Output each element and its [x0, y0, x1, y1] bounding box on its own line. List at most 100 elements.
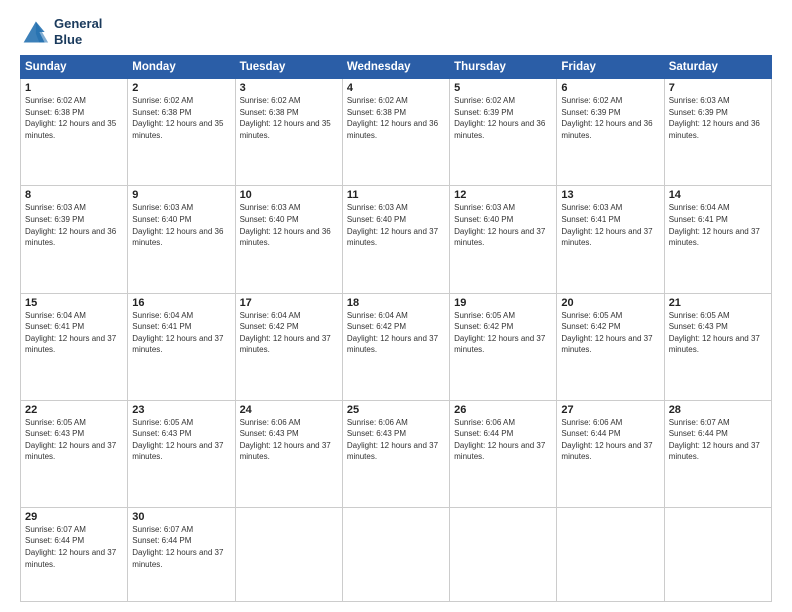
- calendar-day-cell: [342, 507, 449, 601]
- logo-text: General Blue: [54, 16, 102, 47]
- calendar-day-cell: 13 Sunrise: 6:03 AMSunset: 6:41 PMDaylig…: [557, 186, 664, 293]
- calendar-week-row: 1 Sunrise: 6:02 AMSunset: 6:38 PMDayligh…: [21, 79, 772, 186]
- day-info: Sunrise: 6:06 AMSunset: 6:43 PMDaylight:…: [240, 418, 331, 462]
- day-number: 26: [454, 404, 552, 416]
- calendar-day-cell: 26 Sunrise: 6:06 AMSunset: 6:44 PMDaylig…: [450, 400, 557, 507]
- day-number: 14: [669, 189, 767, 201]
- day-number: 21: [669, 297, 767, 309]
- day-info: Sunrise: 6:05 AMSunset: 6:43 PMDaylight:…: [25, 418, 116, 462]
- calendar-day-cell: 8 Sunrise: 6:03 AMSunset: 6:39 PMDayligh…: [21, 186, 128, 293]
- day-info: Sunrise: 6:06 AMSunset: 6:43 PMDaylight:…: [347, 418, 438, 462]
- calendar-day-cell: 6 Sunrise: 6:02 AMSunset: 6:39 PMDayligh…: [557, 79, 664, 186]
- day-number: 23: [132, 404, 230, 416]
- day-info: Sunrise: 6:02 AMSunset: 6:38 PMDaylight:…: [240, 96, 331, 140]
- day-info: Sunrise: 6:03 AMSunset: 6:40 PMDaylight:…: [347, 203, 438, 247]
- weekday-header-cell: Saturday: [664, 56, 771, 79]
- day-number: 2: [132, 82, 230, 94]
- page: General Blue SundayMondayTuesdayWednesda…: [0, 0, 792, 612]
- calendar-day-cell: 5 Sunrise: 6:02 AMSunset: 6:39 PMDayligh…: [450, 79, 557, 186]
- day-info: Sunrise: 6:02 AMSunset: 6:39 PMDaylight:…: [454, 96, 545, 140]
- calendar-day-cell: [235, 507, 342, 601]
- calendar-week-row: 8 Sunrise: 6:03 AMSunset: 6:39 PMDayligh…: [21, 186, 772, 293]
- day-number: 22: [25, 404, 123, 416]
- day-info: Sunrise: 6:02 AMSunset: 6:38 PMDaylight:…: [347, 96, 438, 140]
- calendar-day-cell: 20 Sunrise: 6:05 AMSunset: 6:42 PMDaylig…: [557, 293, 664, 400]
- day-number: 4: [347, 82, 445, 94]
- logo-icon: [20, 18, 50, 46]
- calendar-day-cell: 12 Sunrise: 6:03 AMSunset: 6:40 PMDaylig…: [450, 186, 557, 293]
- day-info: Sunrise: 6:04 AMSunset: 6:41 PMDaylight:…: [132, 311, 223, 355]
- day-number: 25: [347, 404, 445, 416]
- weekday-header-cell: Sunday: [21, 56, 128, 79]
- day-number: 8: [25, 189, 123, 201]
- calendar-week-row: 15 Sunrise: 6:04 AMSunset: 6:41 PMDaylig…: [21, 293, 772, 400]
- day-number: 29: [25, 511, 123, 523]
- day-info: Sunrise: 6:03 AMSunset: 6:39 PMDaylight:…: [25, 203, 116, 247]
- day-info: Sunrise: 6:07 AMSunset: 6:44 PMDaylight:…: [669, 418, 760, 462]
- calendar-day-cell: 19 Sunrise: 6:05 AMSunset: 6:42 PMDaylig…: [450, 293, 557, 400]
- day-info: Sunrise: 6:04 AMSunset: 6:42 PMDaylight:…: [240, 311, 331, 355]
- calendar-day-cell: [450, 507, 557, 601]
- day-info: Sunrise: 6:03 AMSunset: 6:39 PMDaylight:…: [669, 96, 760, 140]
- calendar-week-row: 29 Sunrise: 6:07 AMSunset: 6:44 PMDaylig…: [21, 507, 772, 601]
- day-info: Sunrise: 6:03 AMSunset: 6:40 PMDaylight:…: [240, 203, 331, 247]
- calendar-header-row: SundayMondayTuesdayWednesdayThursdayFrid…: [21, 56, 772, 79]
- day-info: Sunrise: 6:05 AMSunset: 6:42 PMDaylight:…: [561, 311, 652, 355]
- header: General Blue: [20, 16, 772, 47]
- day-number: 27: [561, 404, 659, 416]
- day-info: Sunrise: 6:06 AMSunset: 6:44 PMDaylight:…: [561, 418, 652, 462]
- day-info: Sunrise: 6:04 AMSunset: 6:41 PMDaylight:…: [669, 203, 760, 247]
- day-number: 19: [454, 297, 552, 309]
- calendar-day-cell: 4 Sunrise: 6:02 AMSunset: 6:38 PMDayligh…: [342, 79, 449, 186]
- calendar-day-cell: 10 Sunrise: 6:03 AMSunset: 6:40 PMDaylig…: [235, 186, 342, 293]
- day-number: 5: [454, 82, 552, 94]
- day-number: 6: [561, 82, 659, 94]
- day-info: Sunrise: 6:02 AMSunset: 6:39 PMDaylight:…: [561, 96, 652, 140]
- day-number: 15: [25, 297, 123, 309]
- weekday-header-cell: Monday: [128, 56, 235, 79]
- day-number: 7: [669, 82, 767, 94]
- day-info: Sunrise: 6:05 AMSunset: 6:43 PMDaylight:…: [669, 311, 760, 355]
- day-number: 30: [132, 511, 230, 523]
- calendar-day-cell: 16 Sunrise: 6:04 AMSunset: 6:41 PMDaylig…: [128, 293, 235, 400]
- weekday-header-cell: Friday: [557, 56, 664, 79]
- day-number: 17: [240, 297, 338, 309]
- calendar-day-cell: 23 Sunrise: 6:05 AMSunset: 6:43 PMDaylig…: [128, 400, 235, 507]
- calendar-day-cell: 25 Sunrise: 6:06 AMSunset: 6:43 PMDaylig…: [342, 400, 449, 507]
- weekday-header-cell: Tuesday: [235, 56, 342, 79]
- day-info: Sunrise: 6:04 AMSunset: 6:42 PMDaylight:…: [347, 311, 438, 355]
- calendar-day-cell: [664, 507, 771, 601]
- day-info: Sunrise: 6:02 AMSunset: 6:38 PMDaylight:…: [132, 96, 223, 140]
- weekday-header-cell: Wednesday: [342, 56, 449, 79]
- calendar-day-cell: 28 Sunrise: 6:07 AMSunset: 6:44 PMDaylig…: [664, 400, 771, 507]
- day-info: Sunrise: 6:05 AMSunset: 6:42 PMDaylight:…: [454, 311, 545, 355]
- day-number: 11: [347, 189, 445, 201]
- calendar-day-cell: [557, 507, 664, 601]
- day-info: Sunrise: 6:02 AMSunset: 6:38 PMDaylight:…: [25, 96, 116, 140]
- calendar-day-cell: 17 Sunrise: 6:04 AMSunset: 6:42 PMDaylig…: [235, 293, 342, 400]
- calendar-day-cell: 18 Sunrise: 6:04 AMSunset: 6:42 PMDaylig…: [342, 293, 449, 400]
- calendar-day-cell: 11 Sunrise: 6:03 AMSunset: 6:40 PMDaylig…: [342, 186, 449, 293]
- day-number: 16: [132, 297, 230, 309]
- day-info: Sunrise: 6:03 AMSunset: 6:40 PMDaylight:…: [132, 203, 223, 247]
- day-info: Sunrise: 6:05 AMSunset: 6:43 PMDaylight:…: [132, 418, 223, 462]
- day-number: 3: [240, 82, 338, 94]
- calendar-day-cell: 2 Sunrise: 6:02 AMSunset: 6:38 PMDayligh…: [128, 79, 235, 186]
- calendar-day-cell: 1 Sunrise: 6:02 AMSunset: 6:38 PMDayligh…: [21, 79, 128, 186]
- day-number: 12: [454, 189, 552, 201]
- day-number: 13: [561, 189, 659, 201]
- day-number: 18: [347, 297, 445, 309]
- calendar-day-cell: 27 Sunrise: 6:06 AMSunset: 6:44 PMDaylig…: [557, 400, 664, 507]
- calendar-week-row: 22 Sunrise: 6:05 AMSunset: 6:43 PMDaylig…: [21, 400, 772, 507]
- day-info: Sunrise: 6:07 AMSunset: 6:44 PMDaylight:…: [25, 525, 116, 569]
- weekday-header-cell: Thursday: [450, 56, 557, 79]
- calendar-day-cell: 15 Sunrise: 6:04 AMSunset: 6:41 PMDaylig…: [21, 293, 128, 400]
- day-info: Sunrise: 6:03 AMSunset: 6:40 PMDaylight:…: [454, 203, 545, 247]
- day-info: Sunrise: 6:03 AMSunset: 6:41 PMDaylight:…: [561, 203, 652, 247]
- day-number: 28: [669, 404, 767, 416]
- calendar-day-cell: 14 Sunrise: 6:04 AMSunset: 6:41 PMDaylig…: [664, 186, 771, 293]
- calendar-day-cell: 21 Sunrise: 6:05 AMSunset: 6:43 PMDaylig…: [664, 293, 771, 400]
- day-info: Sunrise: 6:04 AMSunset: 6:41 PMDaylight:…: [25, 311, 116, 355]
- day-number: 20: [561, 297, 659, 309]
- calendar-day-cell: 7 Sunrise: 6:03 AMSunset: 6:39 PMDayligh…: [664, 79, 771, 186]
